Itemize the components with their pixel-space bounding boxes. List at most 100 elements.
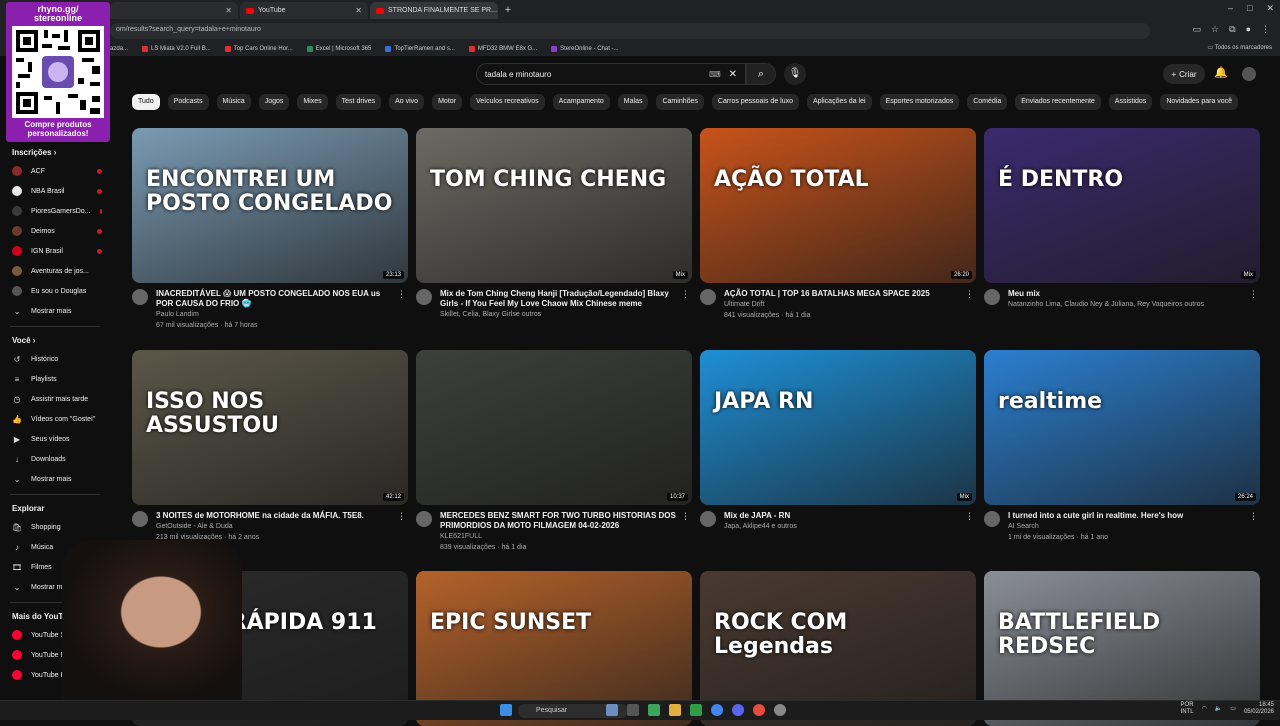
menu-icon[interactable]: ⋮ [1261,24,1270,35]
volume-icon[interactable]: 🔈 [1215,706,1222,713]
channel-avatar[interactable] [984,511,1000,527]
channel-name[interactable]: Paulo Landim [156,309,392,320]
clear-search-icon[interactable]: ✕ [729,69,737,80]
battery-icon[interactable]: ▭ [1230,706,1236,713]
browser-tab-3[interactable]: STRONDA FINALMENTE SE PR...✕ [370,2,498,19]
more-actions-icon[interactable]: ⋮ [965,511,974,522]
sidebar-item[interactable]: 🛍 Shopping [0,517,110,537]
channel-avatar[interactable] [700,289,716,305]
channel-avatar[interactable] [416,511,432,527]
channel-name[interactable]: KLE621FULL [440,531,676,542]
video-thumbnail[interactable]: É DENTRO Mix [984,128,1260,283]
sidebar-item[interactable]: IGN Brasil [0,241,110,261]
channel-avatar[interactable] [132,511,148,527]
video-card[interactable]: AÇÃO TOTAL 26:20 AÇÃO TOTAL | TOP 16 BATAL… [700,128,976,321]
bookmark-item[interactable]: azda... [110,43,128,55]
sidebar-item[interactable]: ▶ Seus vídeos [0,429,110,449]
bookmark-item[interactable]: Top Cars Online Hor... [224,43,293,55]
more-actions-icon[interactable]: ⋮ [681,289,690,300]
channel-name[interactable]: AI Search [1008,521,1244,532]
channel-avatar[interactable] [132,289,148,305]
notifications-bell-icon[interactable]: 🔔 [1214,66,1228,79]
chip[interactable]: Comédia [967,94,1008,110]
sidebar-item[interactable]: PioresGamersDo... [0,201,110,221]
chip[interactable]: Motor [432,94,462,110]
close-tab-icon[interactable]: ✕ [355,6,362,15]
search-input[interactable]: tadala e minotauro [485,70,709,79]
search-button[interactable]: ⌕ [746,63,776,85]
chip[interactable]: Enviados recentemente [1015,94,1101,110]
chip[interactable]: Carros pessoais de luxo [711,94,799,110]
video-card[interactable]: ISSO NOS ASSUSTOU 42:12 3 NOITES de MOTORH… [132,350,408,543]
more-actions-icon[interactable]: ⋮ [1249,289,1258,300]
video-card[interactable]: É DENTRO Mix Meu mix Natanzinho Lima, Claud… [984,128,1260,310]
channel-name[interactable]: Skillet, Celia, Blaxy Girlse outros [440,309,676,320]
chip[interactable]: Malas [617,94,649,110]
sidebar-show-more[interactable]: ⌄ Mostrar mais [0,301,110,321]
cast-icon[interactable]: ▭ [1193,24,1202,35]
sidebar-item[interactable]: ACF [0,161,110,181]
maximize-icon[interactable]: □ [1247,3,1252,14]
account-avatar[interactable] [1242,67,1256,81]
video-card[interactable]: ENCONTREI UM POSTO CONGELADO 23:13 INACRED… [132,128,408,331]
bookmark-item[interactable]: Excel | Microsoft 365 [306,43,371,55]
video-title[interactable]: Mix de Tom Ching Cheng Hanji [Tradução/L… [440,289,676,309]
all-bookmarks[interactable]: ▭ Todos os marcadores [1207,44,1272,51]
channel-avatar[interactable] [984,289,1000,305]
chip[interactable]: Caminhões [656,94,704,110]
language-indicator[interactable]: POR INTL [1181,702,1194,716]
video-thumbnail[interactable]: TOM CHING CHENG Mix [416,128,692,283]
video-thumbnail[interactable]: realtime 26:24 [984,350,1260,505]
landscape-app-icon[interactable] [606,704,618,716]
app-icon[interactable] [753,704,765,716]
chip[interactable]: Ao vivo [389,94,425,110]
bookmark-item[interactable]: MFD32 BMW E8x G... [468,43,537,55]
video-thumbnail[interactable]: ENCONTREI UM POSTO CONGELADO 23:13 [132,128,408,283]
video-title[interactable]: MERCEDES BENZ SMART FOR TWO TURBO HISTOR… [440,511,676,531]
subscriptions-heading[interactable]: Inscrições › [0,145,110,161]
video-card[interactable]: TOM CHING CHENG Mix Mix de Tom Ching Cheng… [416,128,692,320]
browser-tab-2[interactable]: YouTube ✕ [240,2,368,19]
sidebar-item[interactable]: ◷ Assistir mais tarde [0,389,110,409]
channel-name[interactable]: Japa, Aklipe44 e outros [724,521,960,532]
video-thumbnail[interactable]: 10:37 [416,350,692,505]
more-actions-icon[interactable]: ⋮ [397,289,406,300]
sidebar-item[interactable]: ≡ Playlists [0,369,110,389]
more-actions-icon[interactable]: ⋮ [681,511,690,522]
chip[interactable]: Mixes [297,94,328,110]
chip[interactable]: Tudo [132,94,160,110]
address-bar[interactable]: om/results?search_query=tadala+e+minotau… [110,23,1150,39]
voice-search-icon[interactable]: 🎙 [784,63,806,85]
video-card[interactable]: realtime 26:24 I turned into a cute girl i… [984,350,1260,543]
video-title[interactable]: Mix de JAPA - RN [724,511,960,521]
video-title[interactable]: AÇÃO TOTAL | TOP 16 BATALHAS MEGA SPACE … [724,289,960,299]
more-actions-icon[interactable]: ⋮ [1249,511,1258,522]
channel-name[interactable]: Ultimate Drift [724,299,960,310]
store-icon[interactable] [648,704,660,716]
discord-icon[interactable] [732,704,744,716]
video-thumbnail[interactable]: AÇÃO TOTAL 26:20 [700,128,976,283]
wifi-icon[interactable]: ◠ [1202,706,1207,713]
sidebar-item[interactable]: Aventuras de jos... [0,261,110,281]
more-actions-icon[interactable]: ⋮ [965,289,974,300]
video-title[interactable]: 3 NOITES de MOTORHOME na cidade da MÁFIA… [156,511,392,521]
you-heading[interactable]: Você › [0,333,110,349]
windows-start-icon[interactable] [500,704,512,716]
channel-avatar[interactable] [416,289,432,305]
chip[interactable]: Novidades para você [1160,94,1239,110]
browser-tab-1[interactable]: ✕ [110,2,238,19]
sidebar-item[interactable]: ↓ Downloads [0,449,110,469]
app-icon[interactable] [690,704,702,716]
close-tab-icon[interactable]: ✕ [225,6,232,15]
chip[interactable]: Acampamento [552,94,610,110]
new-tab-icon[interactable]: + [500,2,516,18]
settings-icon[interactable] [774,704,786,716]
clock[interactable]: 18:45 05/02/2026 [1244,702,1274,716]
video-title[interactable]: I turned into a cute girl in realtime. H… [1008,511,1244,521]
keyboard-icon[interactable]: ⌨ [709,70,721,79]
bookmark-item[interactable]: TopTierRamen and s... [385,43,455,55]
profile-icon[interactable]: ● [1246,24,1251,35]
channel-avatar[interactable] [700,511,716,527]
chip[interactable]: Música [216,94,251,110]
bookmark-item[interactable]: LS Miata V2.0 Full B... [142,43,211,55]
